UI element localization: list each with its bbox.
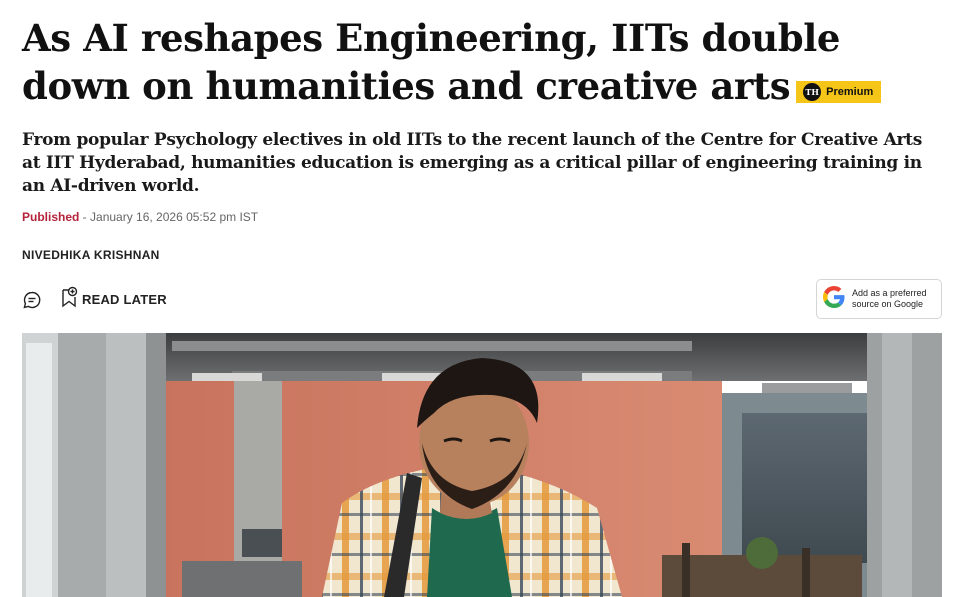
google-preferred-source-button[interactable]: Add as a preferred source on Google (816, 279, 942, 319)
article-actions: READ LATER (22, 286, 167, 313)
th-logo-icon: TH (803, 83, 822, 101)
bookmark-plus-icon (60, 286, 78, 313)
author-name[interactable]: NIVEDHIKA KRISHNAN (22, 248, 160, 262)
google-preferred-text: Add as a preferred source on Google (852, 288, 927, 310)
published-label: Published (22, 210, 80, 224)
google-g-icon (823, 285, 845, 313)
google-preferred-line1: Add as a preferred (852, 288, 927, 298)
read-later-button[interactable]: READ LATER (60, 286, 167, 313)
google-preferred-line2: source on Google (852, 299, 924, 309)
hero-image (22, 333, 942, 597)
published-datetime: January 16, 2026 05:52 pm IST (90, 210, 259, 224)
premium-label: Premium (826, 85, 874, 98)
published-separator: - (79, 210, 91, 224)
premium-badge[interactable]: TH Premium (796, 81, 882, 103)
article-summary: From popular Psychology electives in old… (22, 130, 922, 196)
article-headline: As AI reshapes Engineering, IITs double … (22, 14, 942, 110)
headline-text: As AI reshapes Engineering, IITs double … (22, 16, 841, 108)
published-info: Published - January 16, 2026 05:52 pm IS… (22, 210, 258, 224)
read-later-label: READ LATER (82, 292, 167, 307)
comment-icon[interactable] (22, 290, 42, 310)
